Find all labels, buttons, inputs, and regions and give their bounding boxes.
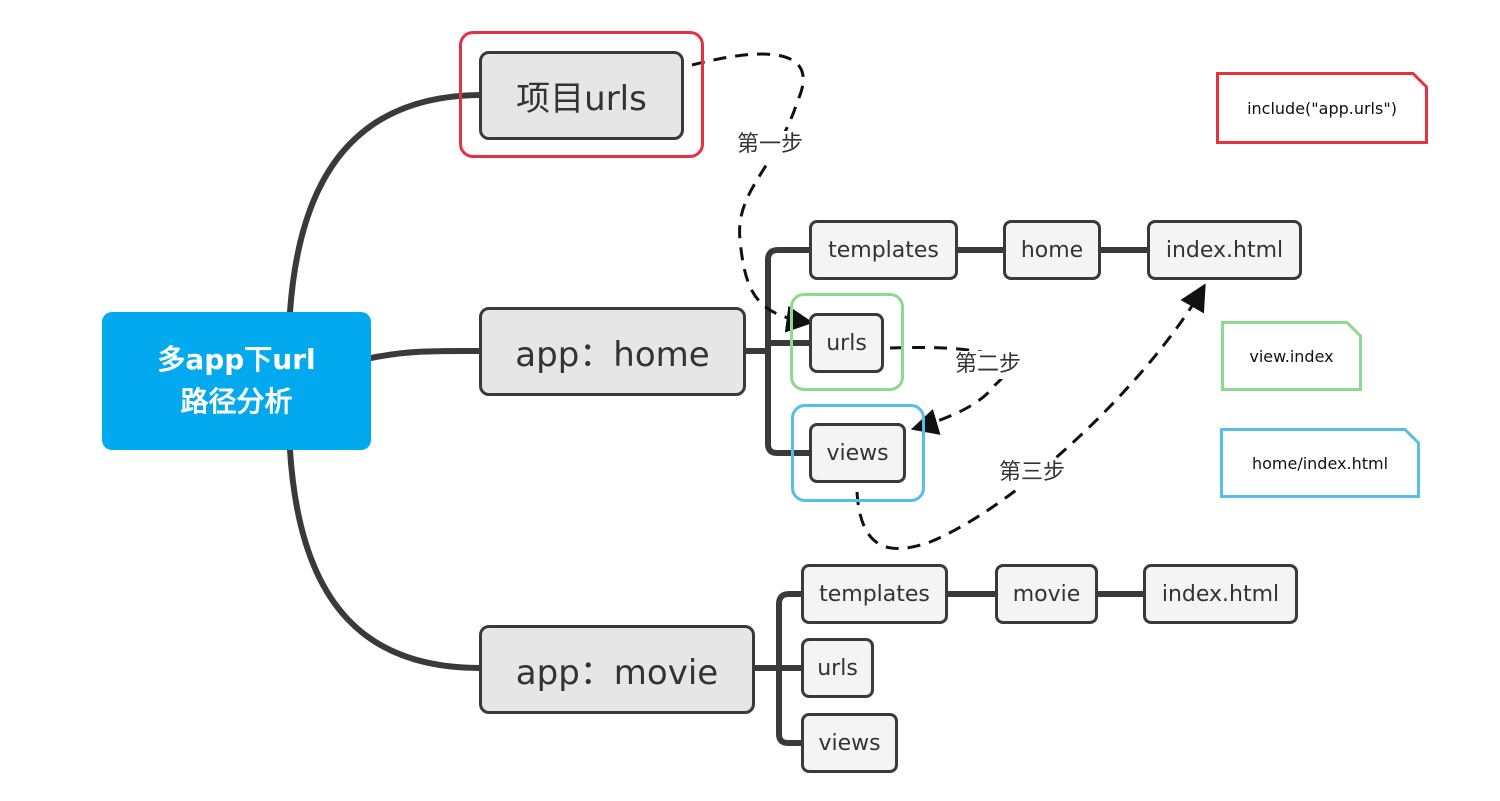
note-include-app-urls: include("app.urls") [1216,72,1428,144]
edge-movie-trunk [751,591,805,746]
movie-templates-node[interactable]: templates [801,564,948,624]
note-home-index-html: home/index.html [1220,428,1420,498]
note-home-index-text: home/index.html [1251,453,1389,473]
app-movie-node[interactable]: app：movie [479,625,755,714]
edge-root-to-project-urls [287,92,483,315]
edge-root-to-app-home [368,347,483,361]
step3-label: 第三步 [997,459,1068,487]
note-view-index: view.index [1221,321,1362,391]
home-index-html-node[interactable]: index.html [1147,220,1302,280]
home-dir-node[interactable]: home [1003,220,1101,280]
app-home-node[interactable]: app：home [479,307,746,396]
step2-label: 第二步 [953,351,1024,379]
root-title-line2: 路径分析 [180,385,293,418]
edge-root-to-app-movie [287,447,483,671]
note-view-index-text: view.index [1249,346,1334,366]
step1-label: 第一步 [735,131,806,159]
root-title-line1: 多app下url [157,343,316,376]
movie-views-node[interactable]: views [801,713,898,773]
movie-dir-node[interactable]: movie [995,564,1098,624]
home-templates-node[interactable]: templates [809,220,958,280]
dashed-arrow-step1 [691,52,814,333]
root-topic[interactable]: 多app下url 路径分析 [102,312,371,450]
note-include-text: include("app.urls") [1247,98,1397,118]
project-urls-node[interactable]: 项目urls [479,51,684,140]
home-urls-node[interactable]: urls [809,313,884,373]
movie-index-html-node[interactable]: index.html [1143,564,1298,624]
movie-urls-node[interactable]: urls [801,638,874,698]
home-views-node[interactable]: views [809,423,906,483]
